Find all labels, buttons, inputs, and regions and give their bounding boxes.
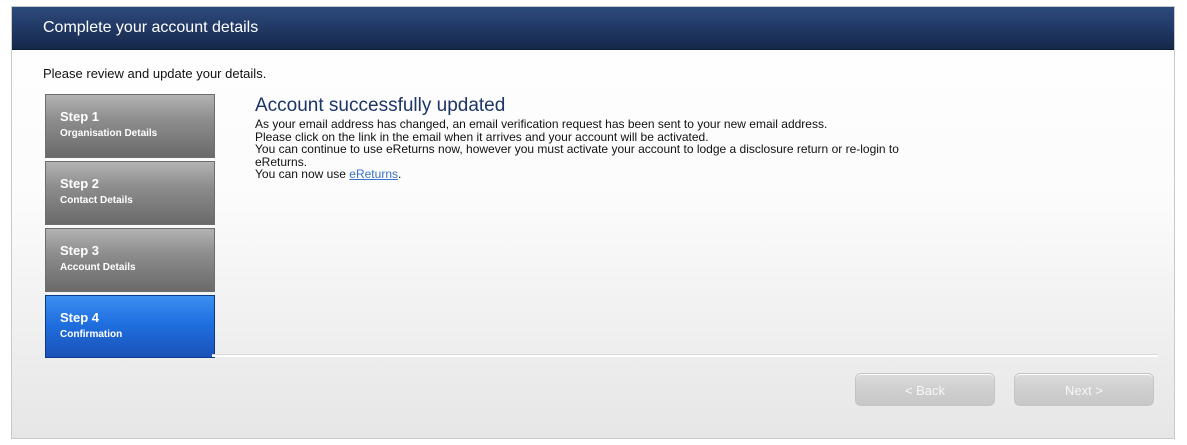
message-suffix: . — [398, 167, 402, 182]
success-heading: Account successfully updated — [255, 95, 506, 116]
message-line: As your email address has changed, an em… — [255, 117, 828, 131]
step-number: Step 3 — [60, 243, 100, 258]
step-organisation-details[interactable]: Step 1 Organisation Details — [45, 94, 215, 158]
wizard-steps: Step 1 Organisation Details Step 2 Conta… — [45, 94, 215, 361]
intro-text: Please review and update your details. — [43, 66, 267, 81]
step-account-details[interactable]: Step 3 Account Details — [45, 228, 215, 292]
back-button[interactable]: < Back — [855, 373, 995, 406]
account-details-panel: Complete your account details Please rev… — [11, 6, 1175, 439]
step-contact-details[interactable]: Step 2 Contact Details — [45, 161, 215, 225]
step-label: Account Details — [60, 262, 136, 273]
message-line: You can continue to use eReturns now, ho… — [255, 142, 899, 157]
step-number: Step 4 — [60, 310, 100, 325]
ereturns-link[interactable]: eReturns — [349, 167, 398, 181]
message-line: You can now use eReturns. — [255, 168, 1155, 181]
confirmation-message: As your email address has changed, an em… — [255, 118, 1155, 181]
step-label: Organisation Details — [60, 128, 158, 139]
step-number: Step 2 — [60, 176, 100, 191]
step-confirmation[interactable]: Step 4 Confirmation — [45, 295, 215, 358]
next-button[interactable]: Next > — [1014, 373, 1154, 406]
step-number: Step 1 — [60, 109, 100, 124]
confirmation-content: Account successfully updated As your ema… — [255, 95, 1155, 181]
message-prefix: You can now use — [255, 167, 350, 182]
panel-header: Complete your account details — [12, 7, 1174, 50]
step-label: Contact Details — [60, 195, 133, 206]
panel-title: Complete your account details — [43, 19, 259, 36]
divider — [212, 354, 1158, 357]
step-label: Confirmation — [60, 329, 123, 340]
